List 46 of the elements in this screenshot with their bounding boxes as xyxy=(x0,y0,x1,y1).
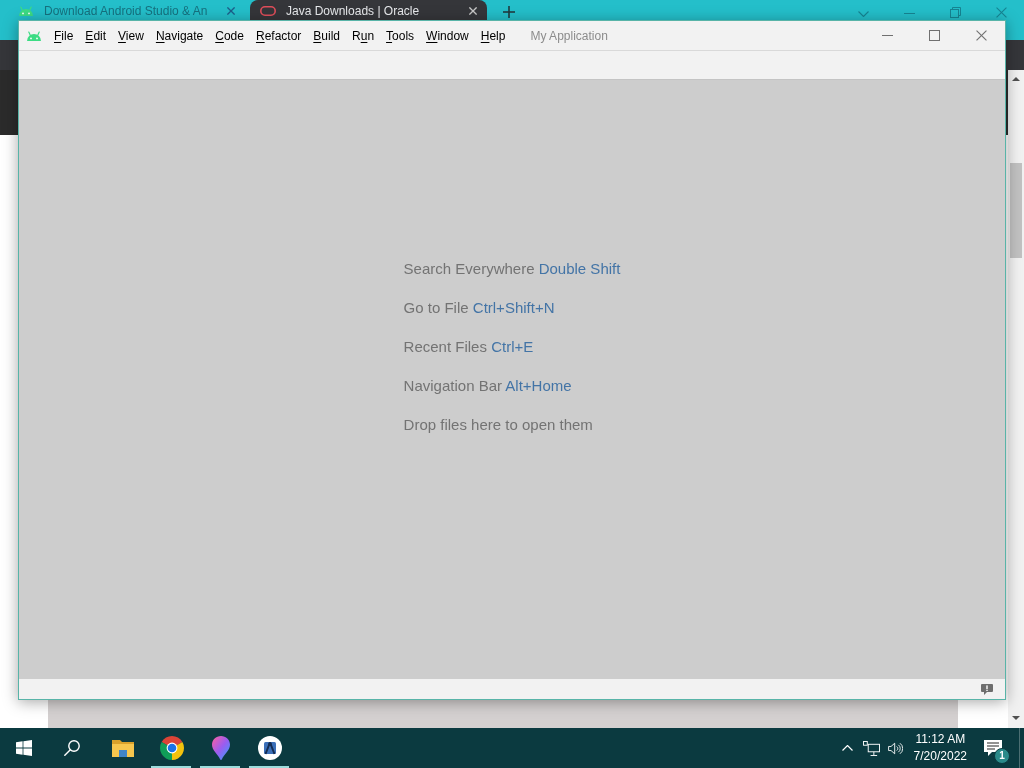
chevron-down-icon xyxy=(857,11,869,17)
menu-item[interactable]: View xyxy=(118,27,144,44)
network-monitor-icon xyxy=(863,740,881,756)
chevron-up-icon xyxy=(842,745,854,751)
close-icon[interactable] xyxy=(227,7,235,15)
balloon-pin-icon xyxy=(211,736,230,760)
minimize-icon xyxy=(903,13,915,14)
menu-item[interactable]: Navigate xyxy=(155,27,204,44)
restore-icon xyxy=(949,7,961,18)
compass-app-icon xyxy=(257,736,282,760)
minimize-icon xyxy=(882,35,893,36)
robot-head-icon xyxy=(26,30,42,41)
alert-bubble-icon[interactable] xyxy=(981,683,993,695)
hint-text: Go to File Ctrl+Shift+N xyxy=(403,298,555,318)
scroll-down-arrow-icon[interactable] xyxy=(1012,716,1020,720)
windows-logo-icon xyxy=(16,740,32,756)
rounded-ring-icon xyxy=(260,6,276,16)
clock-button[interactable]: 11:12 AM 7/20/2022 xyxy=(907,728,973,768)
menu-item[interactable]: Refactor xyxy=(255,27,302,44)
menu-item[interactable]: Edit xyxy=(85,27,107,44)
new-tab-plus-icon[interactable] xyxy=(503,6,515,18)
menu-item[interactable]: Help xyxy=(480,27,506,44)
folder-icon xyxy=(111,739,134,757)
menu-item[interactable]: Tools xyxy=(386,27,415,44)
scrollbar-thumb[interactable] xyxy=(1010,163,1022,258)
notifications-button[interactable]: 1 xyxy=(973,728,1019,768)
menu-item[interactable]: Run xyxy=(352,27,375,44)
close-icon[interactable] xyxy=(976,30,987,41)
project-title: My Application xyxy=(530,27,608,44)
speaker-icon xyxy=(888,741,904,755)
notification-count: 1 xyxy=(994,748,1010,764)
menu-item[interactable]: Window xyxy=(426,27,469,44)
hint-text: Recent Files Ctrl+E xyxy=(403,337,534,357)
scroll-up-arrow-icon[interactable] xyxy=(1012,77,1020,81)
menu-item[interactable]: Code xyxy=(215,27,244,44)
hint-text: Drop files here to open them xyxy=(403,415,593,435)
browser-icon xyxy=(159,736,184,760)
robot-head-icon xyxy=(18,6,34,16)
search-icon xyxy=(64,740,80,756)
menu-item[interactable]: File xyxy=(54,27,74,44)
browser-tab[interactable]: Java Downloads | Oracle xyxy=(250,0,487,20)
maximize-icon xyxy=(929,30,940,41)
scrollbar[interactable] xyxy=(1008,70,1024,728)
hint-text: Search Everywhere Double Shift xyxy=(403,259,621,279)
hint-text: Navigation Bar Alt+Home xyxy=(403,376,572,396)
menu-item[interactable]: Build xyxy=(313,27,340,44)
